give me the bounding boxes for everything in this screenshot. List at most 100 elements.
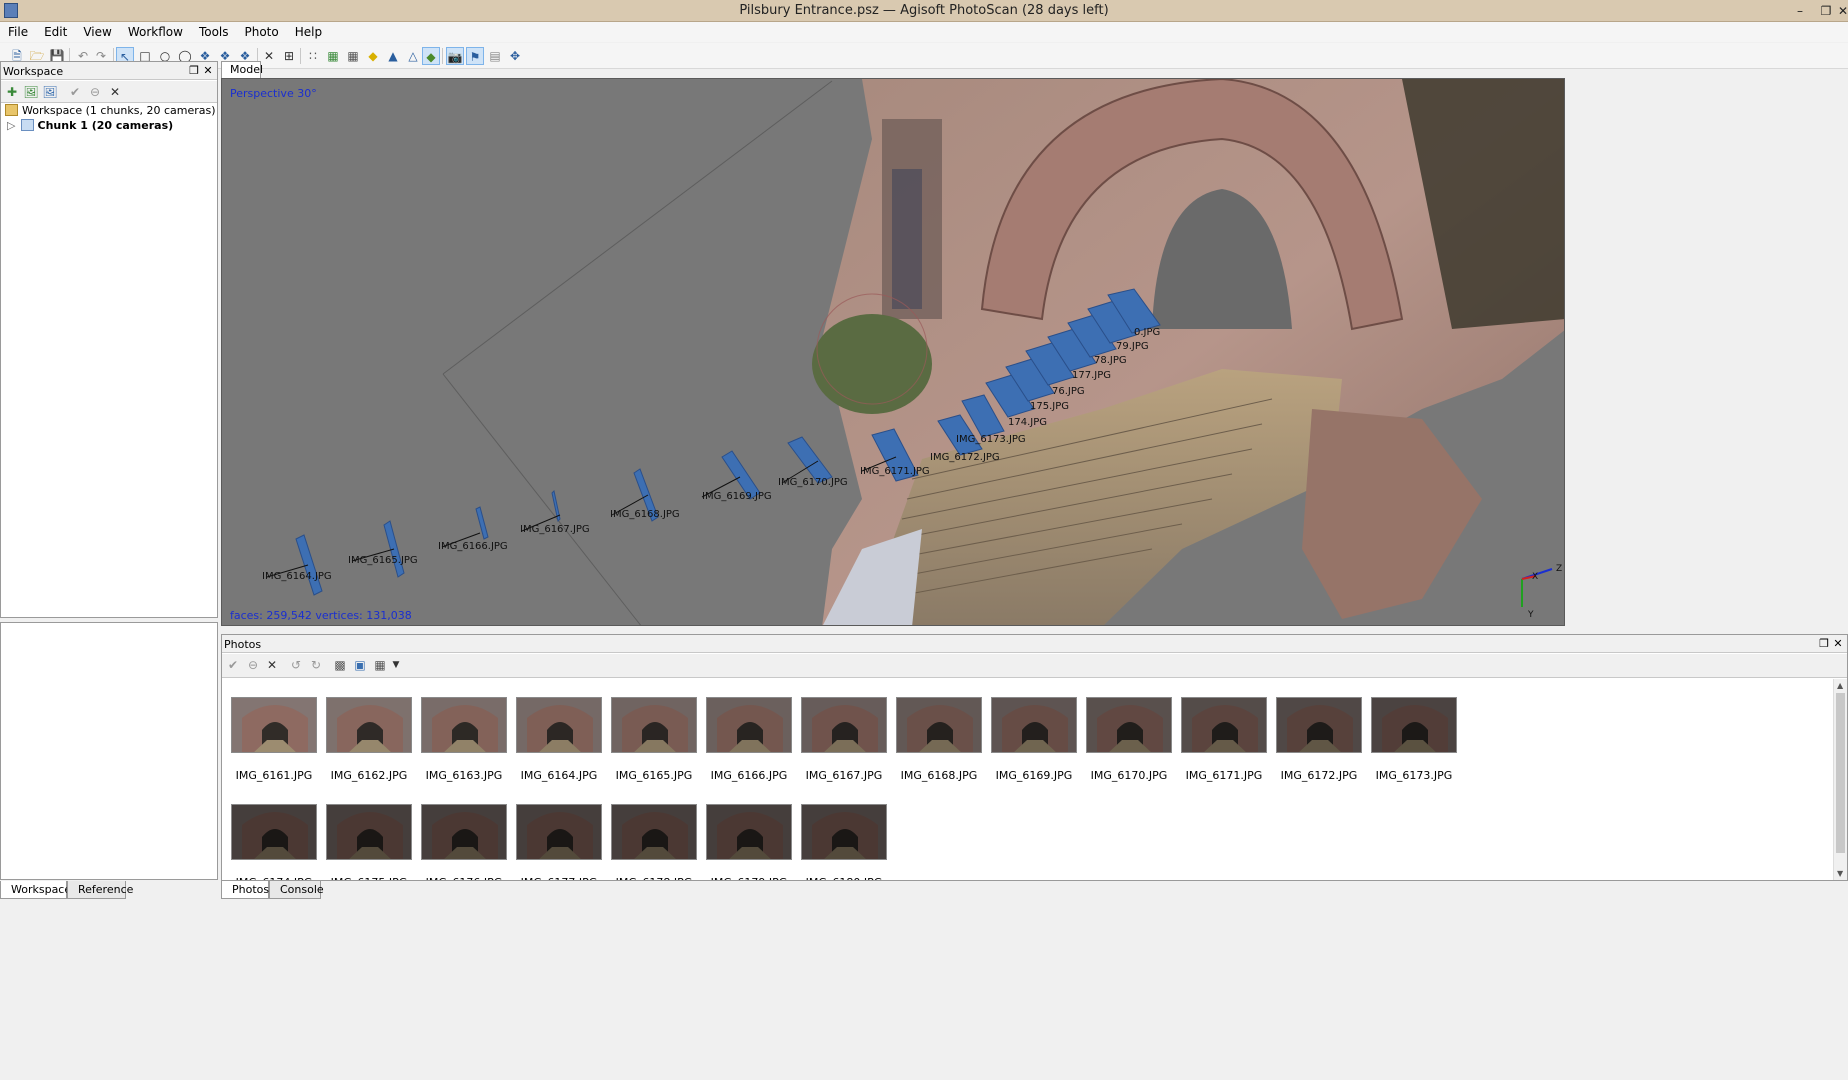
menu-workflow[interactable]: Workflow [120, 22, 191, 42]
photo-caption: IMG_6175.JPG [316, 876, 422, 880]
photos-scrollbar[interactable]: ▲ ▼ [1833, 679, 1847, 880]
tab-reference[interactable]: Reference [67, 881, 133, 899]
photo-thumbnail[interactable]: IMG_6177.JPG [516, 804, 602, 880]
maximize-button[interactable]: ❐ [1812, 2, 1840, 20]
tab-workspace[interactable]: Workspace [0, 881, 71, 899]
menu-view[interactable]: View [75, 22, 119, 42]
camera-label: IMG_6167.JPG [520, 524, 590, 535]
photos-toolbar: ✔ ⊖ ✕ ↺ ↻ ▩ ▣ ▦ ▼ [222, 654, 1847, 678]
float-panel-icon[interactable]: ❐ [187, 64, 201, 78]
camera-label: IMG_6164.JPG [262, 571, 332, 582]
workspace-root[interactable]: Workspace (1 chunks, 20 cameras) [5, 103, 216, 119]
photo-thumbnail[interactable]: IMG_6175.JPG [326, 804, 412, 880]
disable-cameras-icon[interactable]: ⊖ [87, 84, 103, 100]
chunk-icon [20, 119, 34, 131]
shaded-model-icon[interactable]: ◆ [364, 47, 382, 65]
chevron-down-icon[interactable]: ▼ [388, 657, 404, 673]
select-icon[interactable]: ▣ [352, 657, 368, 673]
remove-cameras-icon[interactable]: ✕ [264, 657, 280, 673]
photo-thumbnail[interactable]: IMG_6178.JPG [611, 804, 697, 880]
workspace-root-label: Workspace (1 chunks, 20 cameras) [22, 104, 216, 117]
photo-thumbnail[interactable]: IMG_6162.JPG [326, 697, 412, 782]
main-toolbar: 🗎 🗁 💾 ↶ ↷ ↖ □ ○ ◯ ❖ ❖ ❖ ✕ ⊞ ∷ ▦ ▦ ◆ ▲ △ … [0, 43, 1848, 69]
close-button[interactable]: ✕ [1838, 2, 1848, 20]
photo-thumbnail[interactable]: IMG_6179.JPG [706, 804, 792, 880]
camera-plane-6164[interactable] [295, 534, 323, 596]
show-region-icon[interactable]: ▤ [486, 47, 504, 65]
camera-label: 175.JPG [1030, 401, 1069, 412]
menu-tools[interactable]: Tools [191, 22, 237, 42]
tiled-icon[interactable]: ▦ [344, 47, 362, 65]
wireframe-model-icon[interactable]: △ [404, 47, 422, 65]
filter-icon[interactable]: ▩ [332, 657, 348, 673]
add-photos-icon[interactable]: 🖼 [23, 84, 39, 100]
point-cloud-icon[interactable]: ∷ [304, 47, 322, 65]
photo-thumbnail[interactable]: IMG_6167.JPG [801, 697, 887, 782]
photo-thumbnail[interactable]: IMG_6165.JPG [611, 697, 697, 782]
expand-arrow-icon[interactable]: ▷ [7, 118, 17, 134]
model-viewport[interactable]: IMG_6164.JPG IMG_6165.JPG IMG_6166.JPG I… [221, 78, 1565, 626]
camera-label: 78.JPG [1094, 355, 1127, 366]
close-panel-icon[interactable]: ✕ [201, 64, 215, 78]
float-panel-icon[interactable]: ❐ [1817, 637, 1831, 651]
photo-image [1086, 697, 1172, 753]
camera-label: IMG_6172.JPG [930, 452, 1000, 463]
photo-thumbnail[interactable]: IMG_6180.JPG [801, 804, 887, 880]
photo-thumbnail[interactable]: IMG_6172.JPG [1276, 697, 1362, 782]
camera-label: IMG_6169.JPG [702, 491, 772, 502]
minimize-button[interactable]: – [1786, 2, 1814, 20]
scroll-up-icon[interactable]: ▲ [1837, 681, 1843, 690]
photo-image [801, 697, 887, 753]
disable-cameras-icon[interactable]: ⊖ [245, 657, 261, 673]
photos-header: Photos ❐ ✕ [222, 635, 1847, 653]
camera-label: 177.JPG [1072, 370, 1111, 381]
remove-items-icon[interactable]: ✕ [107, 84, 123, 100]
menu-file[interactable]: File [0, 22, 36, 42]
photo-thumbnail[interactable]: IMG_6174.JPG [231, 804, 317, 880]
scroll-down-icon[interactable]: ▼ [1837, 869, 1843, 878]
photo-thumbnail[interactable]: IMG_6166.JPG [706, 697, 792, 782]
photo-caption: IMG_6167.JPG [805, 769, 883, 782]
photo-thumbnail[interactable]: IMG_6173.JPG [1371, 697, 1457, 782]
photo-caption: IMG_6171.JPG [1185, 769, 1263, 782]
close-panel-icon[interactable]: ✕ [1831, 637, 1845, 651]
rotate-left-icon[interactable]: ↺ [288, 657, 304, 673]
photo-caption: IMG_6177.JPG [506, 876, 612, 880]
tab-photos[interactable]: Photos [221, 881, 269, 899]
enable-cameras-icon[interactable]: ✔ [225, 657, 241, 673]
crop-selection-icon[interactable]: ⊞ [280, 47, 298, 65]
photo-thumbnail[interactable]: IMG_6176.JPG [421, 804, 507, 880]
camera-label: 76.JPG [1052, 386, 1085, 397]
tab-model[interactable]: Model [221, 61, 263, 78]
menu-photo[interactable]: Photo [237, 22, 287, 42]
chunk-item[interactable]: ▷ Chunk 1 (20 cameras) [7, 118, 173, 134]
dense-cloud-icon[interactable]: ▦ [324, 47, 342, 65]
solid-model-icon[interactable]: ▲ [384, 47, 402, 65]
photo-image [1371, 697, 1457, 753]
rotate-right-icon[interactable]: ↻ [308, 657, 324, 673]
scrollbar-thumb[interactable] [1836, 693, 1845, 853]
show-markers-icon[interactable]: ⚑ [466, 47, 484, 65]
photos-grid: IMG_6161.JPG IMG_6162.JPG IMG_6163.JPG IMG_… [226, 690, 1546, 880]
menu-help[interactable]: Help [287, 22, 330, 42]
photo-thumbnail[interactable]: IMG_6168.JPG [896, 697, 982, 782]
reset-view-icon[interactable]: ✥ [506, 47, 524, 65]
menu-edit[interactable]: Edit [36, 22, 75, 42]
photo-thumbnail[interactable]: IMG_6163.JPG [421, 697, 507, 782]
photo-thumbnail[interactable]: IMG_6164.JPG [516, 697, 602, 782]
camera-label: IMG_6171.JPG [860, 466, 930, 477]
photo-thumbnail[interactable]: IMG_6161.JPG [231, 697, 317, 782]
textured-model-icon[interactable]: ◆ [422, 47, 440, 65]
photo-thumbnail[interactable]: IMG_6171.JPG [1181, 697, 1267, 782]
photo-thumbnail[interactable]: IMG_6170.JPG [1086, 697, 1172, 782]
photo-thumbnail[interactable]: IMG_6169.JPG [991, 697, 1077, 782]
camera-label: 174.JPG [1008, 417, 1047, 428]
photo-image [1276, 697, 1362, 753]
add-chunk-icon[interactable]: ✚ [4, 84, 20, 100]
tab-console[interactable]: Console [269, 881, 324, 899]
enable-cameras-icon[interactable]: ✔ [67, 84, 83, 100]
show-cameras-icon[interactable]: 📷 [446, 47, 464, 65]
add-folder-icon[interactable]: 🖼 [42, 84, 58, 100]
view-mode-icon[interactable]: ▦ [372, 657, 388, 673]
chunk-label: Chunk 1 (20 cameras) [37, 119, 174, 132]
